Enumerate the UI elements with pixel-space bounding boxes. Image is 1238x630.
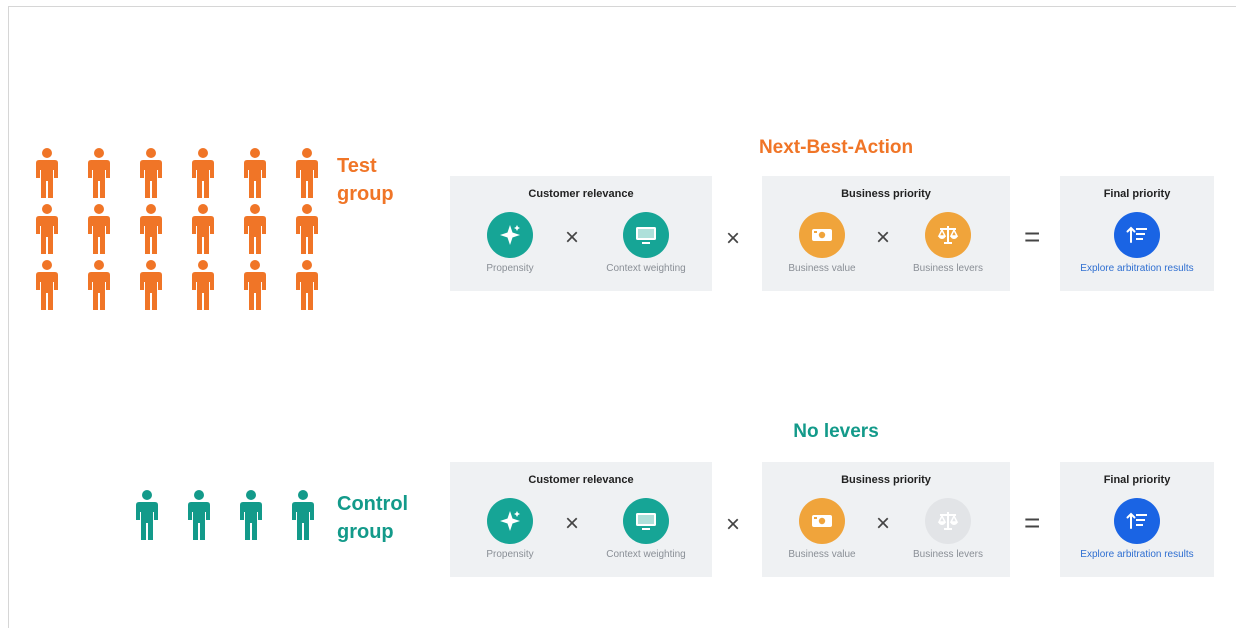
- final-priority-title: Final priority: [1103, 188, 1171, 200]
- business-levers-label: Business levers: [912, 549, 984, 560]
- person-icon: [238, 204, 272, 254]
- person-icon: [82, 204, 116, 254]
- context-weighting-label: Context weighting: [606, 549, 686, 560]
- equals-operator: =: [1024, 221, 1041, 252]
- person-icon: [186, 148, 220, 198]
- control-group-people: [130, 490, 338, 546]
- final-priority-item[interactable]: Explore arbitration results: [1077, 212, 1197, 274]
- scales-icon: [925, 498, 971, 544]
- monitor-icon: [623, 498, 669, 544]
- sort-icon[interactable]: [1114, 498, 1160, 544]
- business-levers-item[interactable]: Business levers: [888, 212, 1008, 274]
- person-icon: [134, 148, 168, 198]
- control-group-label-line2: group: [337, 521, 394, 543]
- person-icon: [134, 204, 168, 254]
- sort-icon[interactable]: [1114, 212, 1160, 258]
- control-group-label-line1: Control: [337, 493, 409, 515]
- person-icon: [130, 490, 164, 540]
- monitor-icon: [623, 212, 669, 258]
- person-icon: [290, 260, 324, 310]
- business-levers-label: Business levers: [912, 263, 984, 274]
- test-group-people: [30, 148, 342, 316]
- test-group-label-line1: Test: [337, 155, 377, 177]
- person-icon: [182, 490, 216, 540]
- explore-arbitration-link[interactable]: Explore arbitration results: [1077, 549, 1197, 560]
- person-icon: [30, 148, 64, 198]
- propensity-item: Propensity: [450, 498, 570, 560]
- person-icon: [30, 260, 64, 310]
- person-icon: [238, 148, 272, 198]
- final-priority-item[interactable]: Explore arbitration results: [1077, 498, 1197, 560]
- business-value-item: Business value: [762, 498, 882, 560]
- person-icon: [286, 490, 320, 540]
- multiply-operator: ×: [726, 511, 741, 538]
- customer-relevance-box: Customer relevance Propensity × Context …: [450, 462, 712, 577]
- person-icon: [30, 204, 64, 254]
- person-icon: [82, 148, 116, 198]
- money-icon: [799, 212, 845, 258]
- propensity-label: Propensity: [486, 549, 534, 560]
- business-priority-box: Business priority Business value × Busin…: [762, 176, 1010, 291]
- business-value-label: Business value: [788, 549, 856, 560]
- propensity-item: Propensity: [450, 212, 570, 274]
- business-value-item: Business value: [762, 212, 882, 274]
- customer-relevance-box: Customer relevance Propensity × Context …: [450, 176, 712, 291]
- explore-arbitration-link[interactable]: Explore arbitration results: [1077, 263, 1197, 274]
- context-weighting-label: Context weighting: [606, 263, 686, 274]
- test-group-label: Test group: [337, 152, 394, 208]
- customer-relevance-title: Customer relevance: [528, 474, 634, 486]
- equals-operator: =: [1024, 507, 1041, 538]
- money-icon: [799, 498, 845, 544]
- context-weighting-item: Context weighting: [586, 212, 706, 274]
- business-priority-title: Business priority: [841, 474, 931, 486]
- person-icon: [238, 260, 272, 310]
- final-priority-box: Final priority Explore arbitration resul…: [1060, 176, 1214, 291]
- person-icon: [234, 490, 268, 540]
- person-icon: [186, 260, 220, 310]
- business-priority-box: Business priority Business value × Busin…: [762, 462, 1010, 577]
- test-group-label-line2: group: [337, 183, 394, 205]
- row-title-next-best-action: Next-Best-Action: [758, 137, 914, 158]
- business-priority-title: Business priority: [841, 188, 931, 200]
- sparkle-icon: [487, 212, 533, 258]
- person-icon: [82, 260, 116, 310]
- business-value-label: Business value: [788, 263, 856, 274]
- person-icon: [186, 204, 220, 254]
- control-group-label: Control group: [337, 490, 408, 546]
- scales-icon[interactable]: [925, 212, 971, 258]
- final-priority-title: Final priority: [1103, 474, 1171, 486]
- person-icon: [290, 204, 324, 254]
- propensity-label: Propensity: [486, 263, 534, 274]
- context-weighting-item: Context weighting: [586, 498, 706, 560]
- business-levers-item-disabled: Business levers: [888, 498, 1008, 560]
- multiply-operator: ×: [565, 224, 580, 251]
- row-title-no-levers: No levers: [793, 421, 879, 442]
- sparkle-icon: [487, 498, 533, 544]
- multiply-operator: ×: [565, 510, 580, 537]
- person-icon: [290, 148, 324, 198]
- customer-relevance-title: Customer relevance: [528, 188, 634, 200]
- multiply-operator: ×: [726, 225, 741, 252]
- final-priority-box: Final priority Explore arbitration resul…: [1060, 462, 1214, 577]
- person-icon: [134, 260, 168, 310]
